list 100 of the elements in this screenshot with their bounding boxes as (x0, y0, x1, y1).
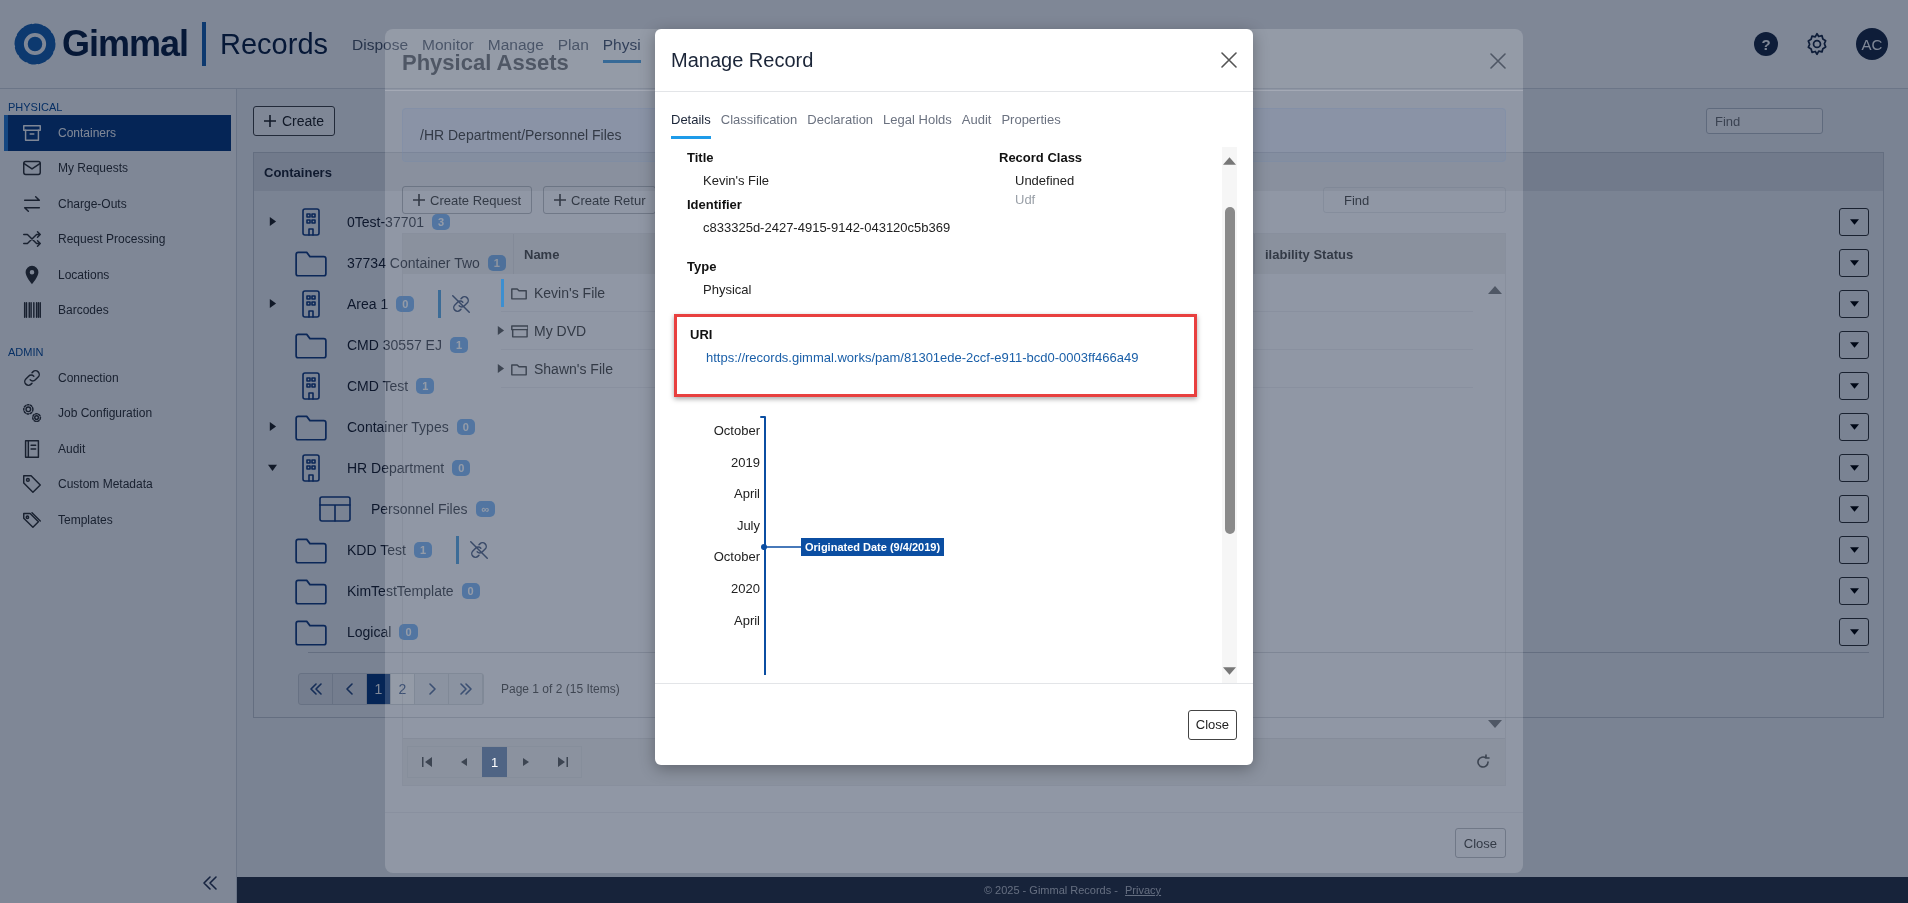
field-label: Title (687, 150, 715, 165)
dropdown-button[interactable] (1839, 576, 1869, 605)
dropdown-button[interactable] (1839, 371, 1869, 400)
dropdown-button[interactable] (1839, 617, 1869, 646)
scroll-down-icon[interactable] (1223, 667, 1236, 675)
caret-icon (1849, 587, 1859, 594)
timeline-label: October (713, 548, 760, 567)
dropdown-button[interactable] (1839, 535, 1869, 564)
count-badge: 0 (399, 623, 418, 640)
count-badge: ∞ (475, 500, 496, 517)
container-name[interactable]: 0Test-37701 (347, 213, 425, 230)
tab[interactable]: Declaration (807, 112, 874, 139)
container-name[interactable]: HR Department (347, 459, 445, 476)
plus-icon (554, 194, 567, 206)
close-button[interactable]: Close (1454, 828, 1506, 858)
scroll-up-icon[interactable] (1223, 157, 1236, 165)
sidebar-item[interactable]: Request Processing (4, 221, 231, 257)
sidebar-item[interactable]: Charge-Outs (4, 186, 231, 222)
field-label: Type (687, 259, 718, 274)
dropdown-button[interactable] (1839, 453, 1869, 482)
nav-link[interactable]: Dispose (352, 36, 409, 53)
scroll-up-icon[interactable] (1488, 286, 1502, 294)
tab[interactable]: Classification (720, 112, 798, 139)
first-page-icon[interactable] (421, 757, 432, 767)
sidebar-item[interactable]: Connection (4, 360, 231, 396)
double-chevron-left-icon[interactable] (308, 683, 323, 695)
page-button[interactable]: 2 (391, 674, 415, 704)
sidebar-item[interactable]: Job Configuration (4, 395, 231, 431)
container-name[interactable]: Container Types (347, 418, 449, 435)
container-name[interactable]: Personnel Files (371, 500, 468, 517)
container-name[interactable]: CMD 30557 EJ (347, 336, 442, 353)
tab[interactable]: Properties (1001, 112, 1061, 139)
next-page-icon[interactable] (520, 757, 531, 767)
dropdown-button[interactable] (1839, 207, 1869, 236)
sidebar-item[interactable]: Containers (4, 115, 231, 151)
privacy-link[interactable]: Privacy (1125, 884, 1162, 896)
tab[interactable]: Details (671, 112, 711, 139)
collapsed-triangle-icon[interactable] (268, 422, 277, 431)
container-name[interactable]: CMD Test (347, 377, 409, 394)
gear-logo-icon (12, 21, 58, 67)
collapsed-triangle-icon[interactable] (268, 217, 277, 226)
collapsed-triangle-icon[interactable] (496, 326, 505, 335)
timeline-label: 2019 (731, 453, 760, 472)
container-name[interactable]: Area 1 (347, 295, 389, 312)
close-icon[interactable] (1221, 52, 1237, 68)
asset-name: Kevin's File (534, 284, 606, 301)
sidebar-item[interactable]: My Requests (4, 150, 231, 186)
caret-icon (1849, 505, 1859, 512)
caret-icon (1849, 341, 1859, 348)
scroll-down-icon[interactable] (1488, 720, 1502, 728)
close-button[interactable]: Close (1187, 709, 1237, 740)
nav-link[interactable]: Physi (602, 36, 641, 63)
uri-link[interactable]: https://records.gimmal.works/pam/81301ede-2ccf-e911-bcd0-0003ff466a49 (706, 350, 1139, 365)
dropdown-button[interactable] (1839, 494, 1869, 523)
nav-link[interactable]: Plan (557, 36, 589, 53)
dropdown-button[interactable] (1839, 330, 1869, 359)
container-name[interactable]: KDD Test (347, 541, 406, 558)
sidebar-item[interactable]: Custom Metadata (4, 466, 231, 502)
dropdown-button[interactable] (1839, 412, 1869, 441)
page-button[interactable]: 1 (367, 674, 391, 704)
nav-link[interactable]: Manage (487, 36, 544, 53)
dropdown-button[interactable] (1839, 248, 1869, 277)
page-info: Page 1 of 2 (15 Items) (501, 682, 620, 696)
sidebar-item[interactable]: Barcodes (4, 292, 231, 328)
last-page-icon[interactable] (557, 757, 568, 767)
count-badge: 1 (413, 541, 432, 558)
collapsed-triangle-icon[interactable] (268, 299, 277, 308)
container-name[interactable]: KimTestTemplate (347, 582, 454, 599)
dropdown-button[interactable] (1839, 289, 1869, 318)
count-badge: 1 (416, 377, 435, 394)
help-button[interactable]: ? (1754, 32, 1778, 56)
tab[interactable]: Legal Holds (883, 112, 952, 139)
search-field[interactable]: Find (1706, 108, 1823, 134)
expanded-triangle-icon[interactable] (268, 463, 277, 472)
create-button[interactable]: Create (253, 106, 336, 136)
collapse-chevrons-icon[interactable] (200, 875, 220, 891)
dialog-title: Manage Record (671, 48, 814, 72)
tab[interactable]: Audit (961, 112, 992, 139)
collapsed-triangle-icon[interactable] (496, 364, 505, 373)
event-label[interactable]: Originated Date (9/4/2019) (801, 538, 945, 556)
sidebar-item[interactable]: Templates (4, 502, 231, 538)
refresh-icon[interactable] (1475, 754, 1491, 770)
container-name[interactable]: 37734 Container Two (347, 254, 480, 271)
copyright-text: © 2025 - Gimmal Records - Privacy (983, 884, 1162, 896)
scrollbar-thumb[interactable] (1224, 207, 1235, 534)
sidebar-item[interactable]: Locations (4, 257, 231, 293)
gears-icon (20, 402, 44, 425)
event-connector (760, 543, 801, 551)
field-value: Kevin's File (703, 173, 771, 188)
action-button[interactable]: Create Request (402, 186, 533, 214)
user-avatar[interactable]: AC (1856, 28, 1888, 60)
timeline-label: 2020 (731, 579, 760, 598)
field-label: Identifier (687, 197, 743, 212)
count-badge: 1 (487, 254, 506, 271)
page-button[interactable]: 1 (482, 747, 507, 777)
double-chevron-right-icon[interactable] (458, 683, 473, 695)
container-name[interactable]: Logical (347, 623, 392, 640)
nav-link[interactable]: Monitor (422, 36, 474, 53)
section-heading: PHYSICAL (7, 101, 64, 113)
sidebar-item[interactable]: Audit (4, 431, 231, 467)
